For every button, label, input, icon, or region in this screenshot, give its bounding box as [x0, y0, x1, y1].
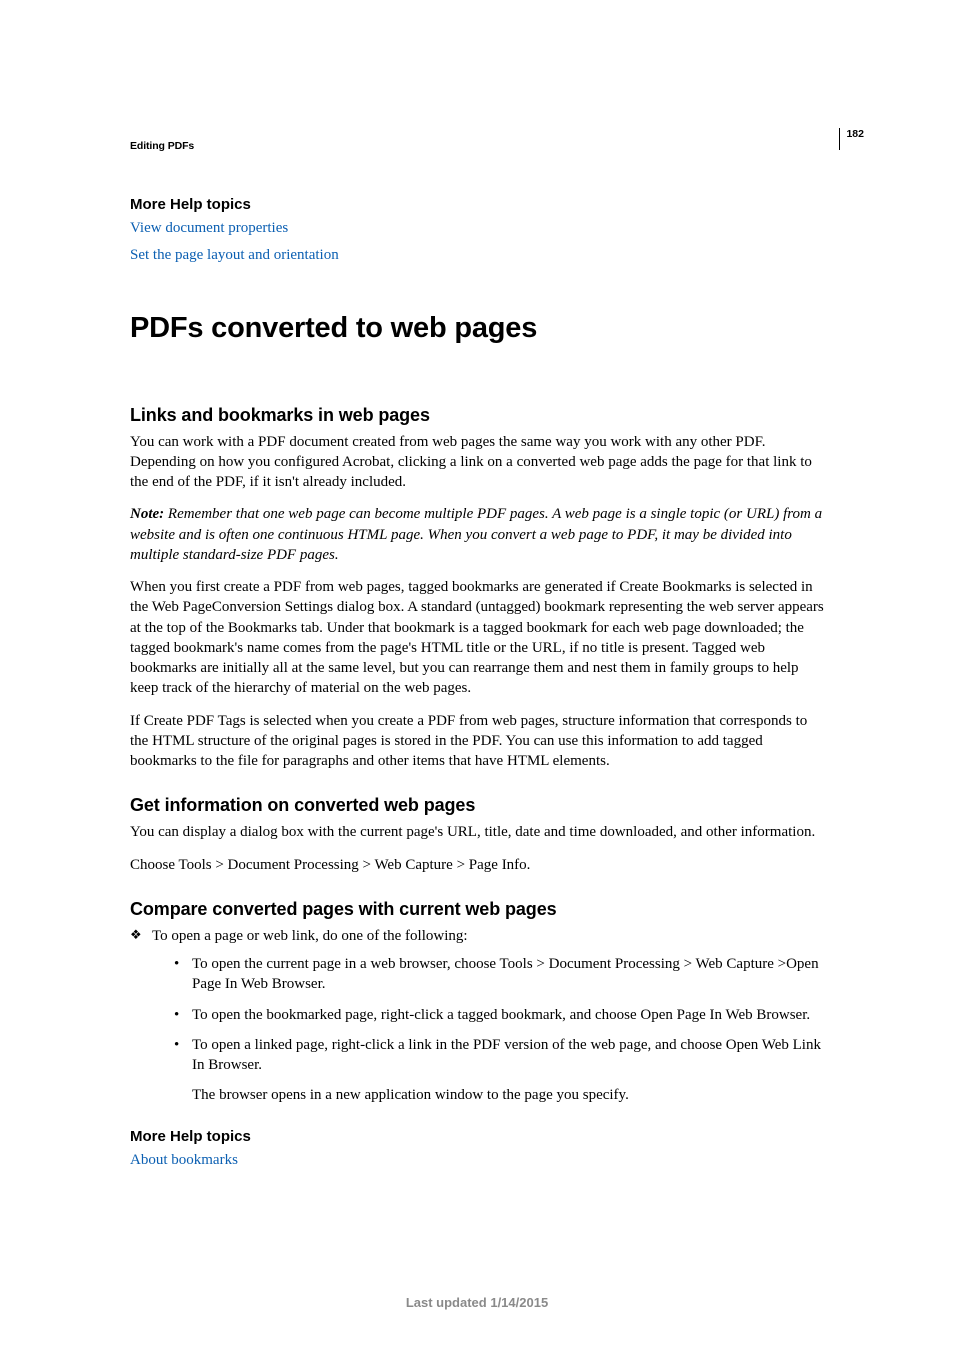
section-get-info-heading: Get information on converted web pages [130, 795, 824, 816]
list-item: To open the current page in a web browse… [174, 954, 824, 995]
page-content: Editing PDFs More Help topics View docum… [0, 0, 954, 1172]
section-links-bookmarks-heading: Links and bookmarks in web pages [130, 405, 824, 426]
link-set-page-layout-orientation[interactable]: Set the page layout and orientation [130, 244, 824, 267]
note-label: Note: [130, 506, 168, 522]
compare-follow-text: The browser opens in a new application w… [192, 1085, 824, 1105]
compare-lead-text: To open a page or web link, do one of th… [152, 928, 468, 944]
page-title: PDFs converted to web pages [130, 312, 824, 345]
note-text: Remember that one web page can become mu… [130, 506, 822, 563]
more-help-heading-bottom: More Help topics [130, 1128, 824, 1145]
list-item: To open the bookmarked page, right-click… [174, 1005, 824, 1025]
compare-lead-item: To open a page or web link, do one of th… [130, 926, 824, 1106]
compare-lead-list: To open a page or web link, do one of th… [130, 926, 824, 1106]
link-view-document-properties[interactable]: View document properties [130, 217, 824, 240]
links-bookmarks-p2: When you first create a PDF from web pag… [130, 577, 824, 699]
more-help-heading-top: More Help topics [130, 196, 824, 213]
links-bookmarks-note: Note: Remember that one web page can bec… [130, 504, 824, 565]
get-info-p2: Choose Tools > Document Processing > Web… [130, 855, 824, 875]
section-compare-heading: Compare converted pages with current web… [130, 899, 824, 920]
compare-sub-list: To open the current page in a web browse… [152, 954, 824, 1106]
get-info-p1: You can display a dialog box with the cu… [130, 822, 824, 842]
links-bookmarks-p3: If Create PDF Tags is selected when you … [130, 711, 824, 772]
list-item: To open a linked page, right-click a lin… [174, 1035, 824, 1106]
footer-last-updated: Last updated 1/14/2015 [0, 1295, 954, 1310]
breadcrumb: Editing PDFs [130, 140, 824, 152]
link-about-bookmarks[interactable]: About bookmarks [130, 1149, 824, 1172]
links-bookmarks-p1: You can work with a PDF document created… [130, 432, 824, 493]
list-item-text: To open a linked page, right-click a lin… [192, 1037, 821, 1073]
